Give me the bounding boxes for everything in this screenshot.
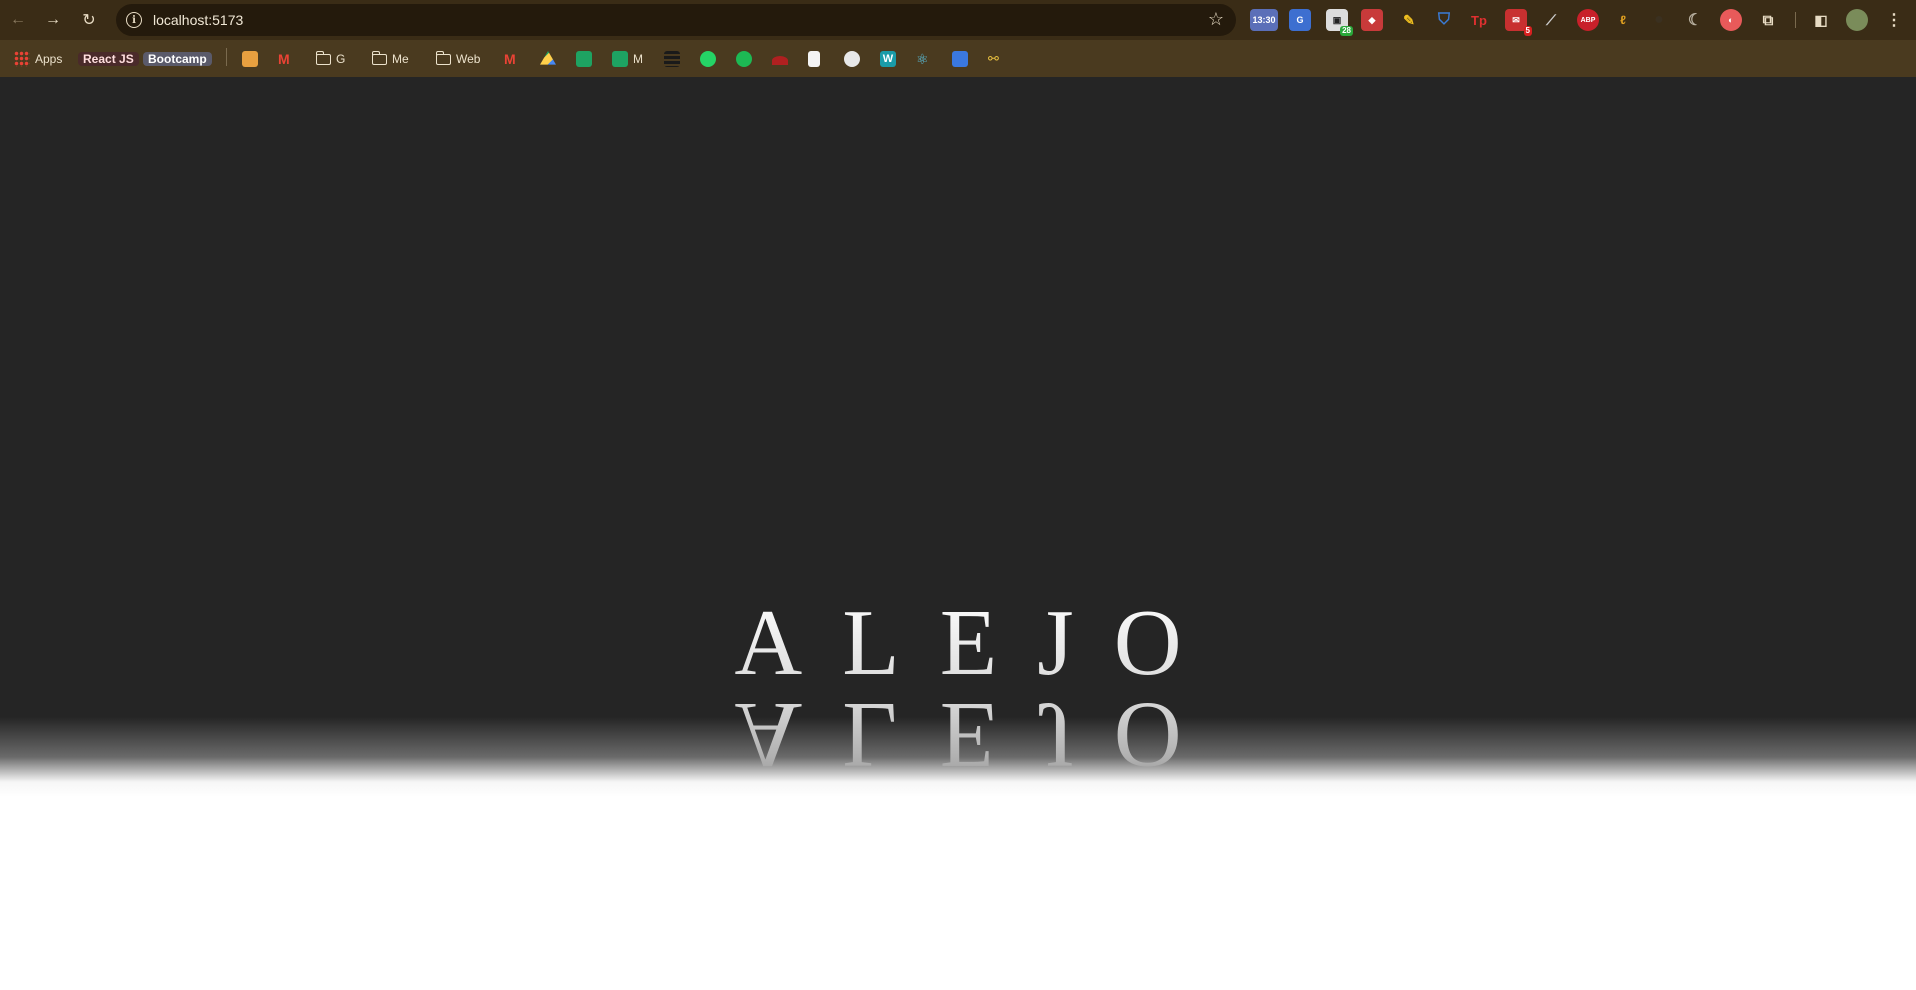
- dark-circle-extension-icon[interactable]: ●: [1648, 9, 1670, 31]
- side-panel-icon[interactable]: ◧: [1810, 9, 1832, 31]
- spotify-icon: [736, 51, 752, 67]
- bookmark-gmail[interactable]: M: [278, 48, 294, 70]
- globe-icon: [844, 51, 860, 67]
- highlighter-extension-icon[interactable]: ✎: [1398, 9, 1420, 31]
- bookmark-spotify[interactable]: [736, 48, 752, 70]
- toolbar-divider: [1795, 12, 1796, 28]
- calendar-icon: [242, 51, 258, 67]
- bookmark-calendar[interactable]: [242, 48, 258, 70]
- bookmark-react-js[interactable]: React JS: [78, 48, 139, 70]
- site-info-icon[interactable]: i: [126, 12, 142, 28]
- bookmark-contacts[interactable]: [952, 48, 968, 70]
- bookmarks-bar: Apps React JS Bootcamp M G Me Web M M W …: [0, 40, 1916, 77]
- stack-icon: [664, 51, 680, 67]
- bookmark-whatsapp[interactable]: [700, 48, 716, 70]
- clock-extension-time: 13:30: [1252, 15, 1276, 25]
- mail-extension-badge: 5: [1523, 26, 1532, 36]
- bookmark-sheets[interactable]: [576, 48, 592, 70]
- bookmark-apps[interactable]: Apps: [14, 48, 62, 70]
- gmail-icon: M: [278, 51, 290, 67]
- page-content: ALEJO ALEJO: [0, 77, 1916, 990]
- forward-arrow-icon[interactable]: →: [39, 6, 67, 34]
- folder-icon: [435, 50, 451, 65]
- bookmark-document[interactable]: [808, 48, 820, 70]
- shield-extension-icon[interactable]: ⛉: [1433, 9, 1455, 31]
- printer-extension-icon[interactable]: ▣ 28: [1326, 9, 1353, 36]
- bookmark-react-label: React JS: [78, 52, 139, 66]
- bookmark-globe[interactable]: [844, 48, 860, 70]
- clock-extension-icon[interactable]: 13:30: [1250, 9, 1278, 31]
- w-letter-icon: W: [880, 51, 896, 67]
- sheets-icon: [612, 51, 628, 67]
- adblock-extension-label: ABP: [1580, 16, 1596, 24]
- bookmark-drive[interactable]: [540, 48, 556, 70]
- bookmark-sheets-m[interactable]: M: [612, 48, 643, 70]
- adblock-extension-icon[interactable]: ABP: [1577, 9, 1599, 31]
- address-bar[interactable]: i localhost:5173 ☆: [116, 4, 1236, 36]
- drive-icon: [540, 51, 556, 65]
- gmail-icon: M: [504, 51, 516, 67]
- profile-avatar[interactable]: [1846, 9, 1868, 31]
- bookmark-apps-label: Apps: [35, 52, 63, 66]
- bookmark-sheets-m-label: M: [633, 52, 643, 66]
- menu-kebab-icon[interactable]: ⋮: [1883, 9, 1905, 31]
- bookmark-folder-web[interactable]: Web: [435, 48, 481, 70]
- bookmark-bootcamp[interactable]: Bootcamp: [143, 48, 212, 70]
- speedometer-icon: [772, 56, 788, 65]
- document-icon: [808, 51, 820, 67]
- bookmarks-separator: [226, 48, 227, 66]
- bookmark-folder-web-label: Web: [456, 52, 481, 66]
- bookmark-atom[interactable]: ⚛: [916, 48, 932, 70]
- tp-extension-label: Tp: [1471, 12, 1487, 28]
- bookmark-speedometer[interactable]: [772, 48, 788, 70]
- bookmark-folder-g[interactable]: G: [315, 48, 346, 70]
- contacts-icon: [952, 51, 968, 67]
- bookmark-bootcamp-label: Bootcamp: [143, 52, 212, 66]
- moon-extension-icon[interactable]: ☾: [1684, 9, 1706, 31]
- address-url[interactable]: localhost:5173: [153, 12, 243, 28]
- color-picker-extension-icon[interactable]: ◐: [1720, 9, 1742, 31]
- translate-extension-icon[interactable]: G: [1289, 9, 1311, 31]
- bookmark-w[interactable]: W: [880, 48, 896, 70]
- pulse-extension-icon[interactable]: ⟋: [1540, 9, 1562, 31]
- bookmark-star-icon[interactable]: ☆: [1208, 9, 1224, 30]
- sheets-icon: [576, 51, 592, 67]
- folder-icon: [315, 50, 331, 65]
- puzzle-extensions-icon[interactable]: ⧉: [1757, 9, 1779, 31]
- apps-grid-icon: [14, 51, 30, 67]
- bookmark-stack[interactable]: [664, 48, 680, 70]
- reload-icon[interactable]: ↻: [75, 6, 103, 34]
- bookmark-folder-g-label: G: [336, 52, 346, 66]
- bookmark-gmail-2[interactable]: M: [504, 48, 520, 70]
- whatsapp-icon: [700, 51, 716, 67]
- bookmark-folder-me-label: Me: [392, 52, 409, 66]
- folder-icon: [371, 50, 387, 65]
- dictionary-extension-icon[interactable]: ℓ: [1612, 9, 1634, 31]
- link-icon: ⚯: [988, 51, 999, 66]
- red-extension-icon[interactable]: ◆: [1361, 9, 1383, 31]
- atom-icon: ⚛: [916, 51, 929, 67]
- back-arrow-icon[interactable]: ←: [4, 6, 32, 34]
- tp-extension-icon[interactable]: Tp: [1468, 9, 1490, 31]
- hero-title-reflection: ALEJO: [0, 681, 1916, 789]
- bookmark-folder-me[interactable]: Me: [371, 48, 409, 70]
- browser-toolbar: ← → ↻ i localhost:5173 ☆ 13:30 G ▣ 28 ◆ …: [0, 0, 1916, 40]
- mail-extension-icon[interactable]: ✉ 5: [1505, 9, 1532, 36]
- bookmark-link[interactable]: ⚯: [988, 48, 1004, 70]
- printer-extension-badge: 28: [1340, 26, 1353, 36]
